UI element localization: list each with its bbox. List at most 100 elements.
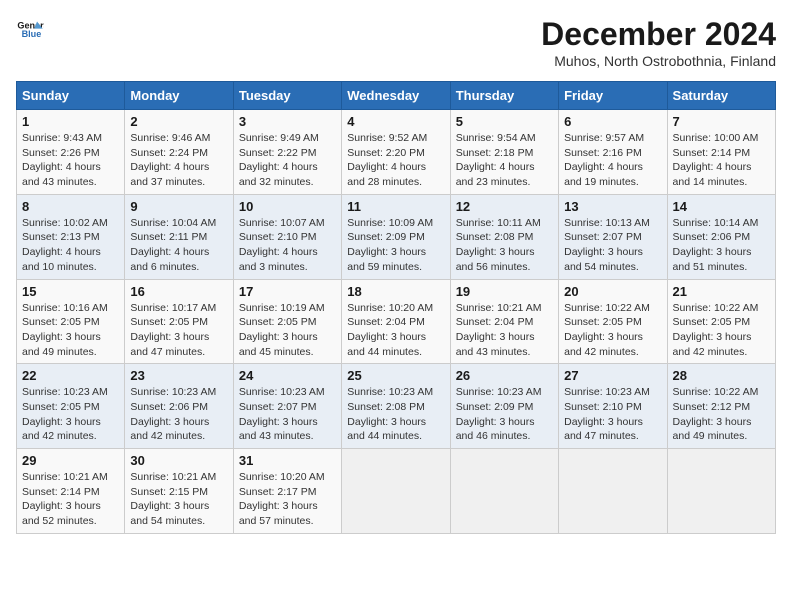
day-detail: Sunrise: 9:49 AM Sunset: 2:22 PM Dayligh… [239,131,336,190]
day-detail: Sunrise: 10:04 AM Sunset: 2:11 PM Daylig… [130,216,227,275]
day-detail: Sunrise: 10:21 AM Sunset: 2:04 PM Daylig… [456,301,553,360]
day-number: 27 [564,368,661,383]
weekday-monday: Monday [125,82,233,110]
day-number: 10 [239,199,336,214]
day-number: 1 [22,114,119,129]
calendar-cell: 9 Sunrise: 10:04 AM Sunset: 2:11 PM Dayli… [125,194,233,279]
svg-text:Blue: Blue [22,29,42,39]
day-number: 6 [564,114,661,129]
calendar-cell [450,449,558,534]
day-detail: Sunrise: 10:23 AM Sunset: 2:06 PM Daylig… [130,385,227,444]
calendar-cell: 10 Sunrise: 10:07 AM Sunset: 2:10 PM Dayl… [233,194,341,279]
day-number: 11 [347,199,444,214]
day-detail: Sunrise: 9:54 AM Sunset: 2:18 PM Dayligh… [456,131,553,190]
calendar-cell: 21 Sunrise: 10:22 AM Sunset: 2:05 PM Dayl… [667,279,775,364]
day-detail: Sunrise: 10:14 AM Sunset: 2:06 PM Daylig… [673,216,770,275]
day-detail: Sunrise: 10:23 AM Sunset: 2:08 PM Daylig… [347,385,444,444]
day-number: 3 [239,114,336,129]
calendar-body: 1 Sunrise: 9:43 AM Sunset: 2:26 PM Daylig… [17,110,776,534]
day-number: 28 [673,368,770,383]
calendar-cell: 4Sunrise: 9:52 AM Sunset: 2:20 PM Daylig… [342,110,450,195]
day-number: 31 [239,453,336,468]
day-detail: Sunrise: 10:20 AM Sunset: 2:17 PM Daylig… [239,470,336,529]
day-detail: Sunrise: 9:46 AM Sunset: 2:24 PM Dayligh… [130,131,227,190]
calendar-cell: 7 Sunrise: 10:00 AM Sunset: 2:14 PM Dayli… [667,110,775,195]
day-detail: Sunrise: 10:02 AM Sunset: 2:13 PM Daylig… [22,216,119,275]
calendar-cell: 29Sunrise: 10:21 AM Sunset: 2:14 PM Dayl… [17,449,125,534]
day-detail: Sunrise: 10:11 AM Sunset: 2:08 PM Daylig… [456,216,553,275]
logo-icon: General Blue [16,16,44,44]
calendar-cell: 24 Sunrise: 10:23 AM Sunset: 2:07 PM Dayl… [233,364,341,449]
day-detail: Sunrise: 10:22 AM Sunset: 2:05 PM Daylig… [673,301,770,360]
logo: General Blue [16,16,44,44]
calendar-cell: 31 Sunrise: 10:20 AM Sunset: 2:17 PM Dayl… [233,449,341,534]
day-number: 15 [22,284,119,299]
day-number: 4 [347,114,444,129]
day-number: 7 [673,114,770,129]
day-number: 29 [22,453,119,468]
week-row-1: 1 Sunrise: 9:43 AM Sunset: 2:26 PM Daylig… [17,110,776,195]
day-detail: Sunrise: 10:07 AM Sunset: 2:10 PM Daylig… [239,216,336,275]
day-number: 17 [239,284,336,299]
calendar-cell: 20Sunrise: 10:22 AM Sunset: 2:05 PM Dayl… [559,279,667,364]
weekday-thursday: Thursday [450,82,558,110]
day-detail: Sunrise: 10:16 AM Sunset: 2:05 PM Daylig… [22,301,119,360]
weekday-friday: Friday [559,82,667,110]
day-number: 12 [456,199,553,214]
weekday-sunday: Sunday [17,82,125,110]
day-number: 14 [673,199,770,214]
month-title: December 2024 [541,16,776,53]
day-number: 23 [130,368,227,383]
calendar-cell: 27Sunrise: 10:23 AM Sunset: 2:10 PM Dayl… [559,364,667,449]
calendar-cell: 22 Sunrise: 10:23 AM Sunset: 2:05 PM Dayl… [17,364,125,449]
day-number: 25 [347,368,444,383]
title-block: December 2024 Muhos, North Ostrobothnia,… [541,16,776,69]
day-detail: Sunrise: 10:13 AM Sunset: 2:07 PM Daylig… [564,216,661,275]
week-row-3: 15 Sunrise: 10:16 AM Sunset: 2:05 PM Dayl… [17,279,776,364]
week-row-2: 8 Sunrise: 10:02 AM Sunset: 2:13 PM Dayli… [17,194,776,279]
day-number: 22 [22,368,119,383]
day-detail: Sunrise: 10:22 AM Sunset: 2:12 PM Daylig… [673,385,770,444]
page-header: General Blue December 2024 Muhos, North … [16,16,776,69]
day-number: 24 [239,368,336,383]
calendar-cell: 28 Sunrise: 10:22 AM Sunset: 2:12 PM Dayl… [667,364,775,449]
day-detail: Sunrise: 10:20 AM Sunset: 2:04 PM Daylig… [347,301,444,360]
weekday-saturday: Saturday [667,82,775,110]
calendar-cell: 13 Sunrise: 10:13 AM Sunset: 2:07 PM Dayl… [559,194,667,279]
calendar-cell: 16Sunrise: 10:17 AM Sunset: 2:05 PM Dayl… [125,279,233,364]
calendar-cell [342,449,450,534]
weekday-tuesday: Tuesday [233,82,341,110]
day-number: 19 [456,284,553,299]
calendar-cell: 1 Sunrise: 9:43 AM Sunset: 2:26 PM Daylig… [17,110,125,195]
day-number: 9 [130,199,227,214]
day-number: 18 [347,284,444,299]
calendar-cell: 18 Sunrise: 10:20 AM Sunset: 2:04 PM Dayl… [342,279,450,364]
calendar-cell: 26Sunrise: 10:23 AM Sunset: 2:09 PM Dayl… [450,364,558,449]
calendar-cell [559,449,667,534]
day-number: 5 [456,114,553,129]
day-detail: Sunrise: 10:23 AM Sunset: 2:09 PM Daylig… [456,385,553,444]
calendar-cell: 8 Sunrise: 10:02 AM Sunset: 2:13 PM Dayli… [17,194,125,279]
day-detail: Sunrise: 10:23 AM Sunset: 2:05 PM Daylig… [22,385,119,444]
calendar-cell [667,449,775,534]
calendar-cell: 6 Sunrise: 9:57 AM Sunset: 2:16 PM Daylig… [559,110,667,195]
calendar-cell: 14 Sunrise: 10:14 AM Sunset: 2:06 PM Dayl… [667,194,775,279]
calendar-cell: 2Sunrise: 9:46 AM Sunset: 2:24 PM Daylig… [125,110,233,195]
day-detail: Sunrise: 10:21 AM Sunset: 2:15 PM Daylig… [130,470,227,529]
day-detail: Sunrise: 9:57 AM Sunset: 2:16 PM Dayligh… [564,131,661,190]
day-detail: Sunrise: 9:43 AM Sunset: 2:26 PM Dayligh… [22,131,119,190]
day-number: 8 [22,199,119,214]
day-number: 20 [564,284,661,299]
day-detail: Sunrise: 10:19 AM Sunset: 2:05 PM Daylig… [239,301,336,360]
calendar-cell: 17 Sunrise: 10:19 AM Sunset: 2:05 PM Dayl… [233,279,341,364]
week-row-5: 29Sunrise: 10:21 AM Sunset: 2:14 PM Dayl… [17,449,776,534]
day-detail: Sunrise: 10:23 AM Sunset: 2:07 PM Daylig… [239,385,336,444]
calendar-cell: 30Sunrise: 10:21 AM Sunset: 2:15 PM Dayl… [125,449,233,534]
day-number: 13 [564,199,661,214]
day-number: 21 [673,284,770,299]
day-detail: Sunrise: 10:00 AM Sunset: 2:14 PM Daylig… [673,131,770,190]
calendar-cell: 3 Sunrise: 9:49 AM Sunset: 2:22 PM Daylig… [233,110,341,195]
calendar-cell: 15 Sunrise: 10:16 AM Sunset: 2:05 PM Dayl… [17,279,125,364]
calendar-cell: 25 Sunrise: 10:23 AM Sunset: 2:08 PM Dayl… [342,364,450,449]
calendar-cell: 5 Sunrise: 9:54 AM Sunset: 2:18 PM Daylig… [450,110,558,195]
